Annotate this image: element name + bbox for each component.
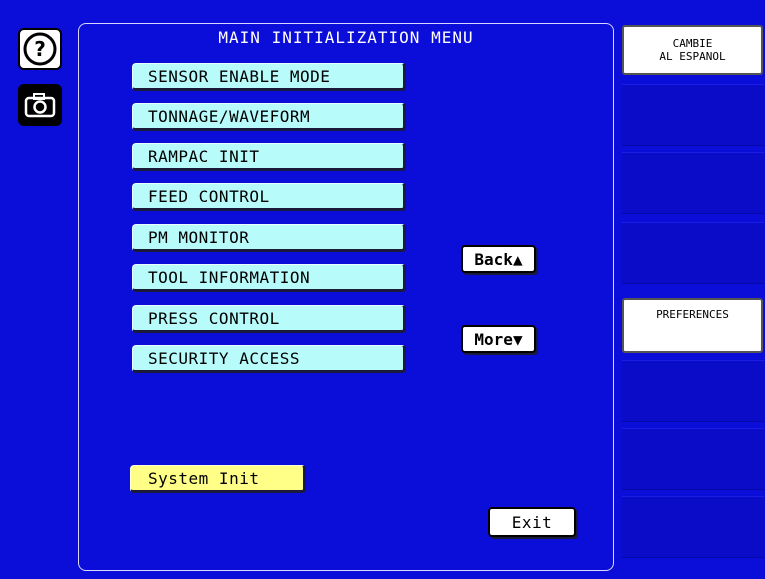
empty-slot-3	[622, 222, 764, 284]
exit-button[interactable]: Exit	[488, 507, 576, 537]
question-circle-icon: ?	[23, 32, 57, 66]
svg-text:?: ?	[34, 37, 46, 61]
camera-icon	[24, 93, 56, 118]
menu-item-pm-monitor[interactable]: PM MONITOR	[132, 224, 406, 252]
empty-slot-6	[622, 496, 764, 558]
empty-slot-1	[622, 84, 764, 146]
empty-slot-4	[622, 360, 764, 422]
menu-item-sensor-enable-mode[interactable]: SENSOR ENABLE MODE	[132, 63, 406, 91]
language-toggle-line2: AL ESPANOL	[659, 50, 726, 63]
empty-slot-5	[622, 428, 764, 490]
more-button[interactable]: More▼	[461, 325, 536, 353]
menu-item-security-access[interactable]: SECURITY ACCESS	[132, 345, 406, 373]
system-init-button[interactable]: System Init	[130, 465, 306, 493]
menu-item-press-control[interactable]: PRESS CONTROL	[132, 305, 406, 333]
language-toggle-line1: CAMBIE	[672, 37, 713, 50]
language-toggle-button[interactable]: CAMBIE AL ESPANOL	[622, 25, 763, 75]
menu-item-rampac-init[interactable]: RAMPAC INIT	[132, 143, 406, 171]
preferences-button[interactable]: PREFERENCES	[622, 298, 763, 353]
help-button[interactable]: ?	[18, 28, 62, 70]
page-title: MAIN INITIALIZATION MENU	[218, 28, 474, 47]
menu-item-feed-control[interactable]: FEED CONTROL	[132, 183, 406, 211]
menu-item-tool-information[interactable]: TOOL INFORMATION	[132, 264, 406, 292]
camera-button[interactable]	[18, 84, 62, 126]
menu-item-tonnage-waveform[interactable]: TONNAGE/WAVEFORM	[132, 103, 406, 131]
empty-slot-2	[622, 152, 764, 214]
back-button[interactable]: Back▲	[461, 245, 536, 273]
